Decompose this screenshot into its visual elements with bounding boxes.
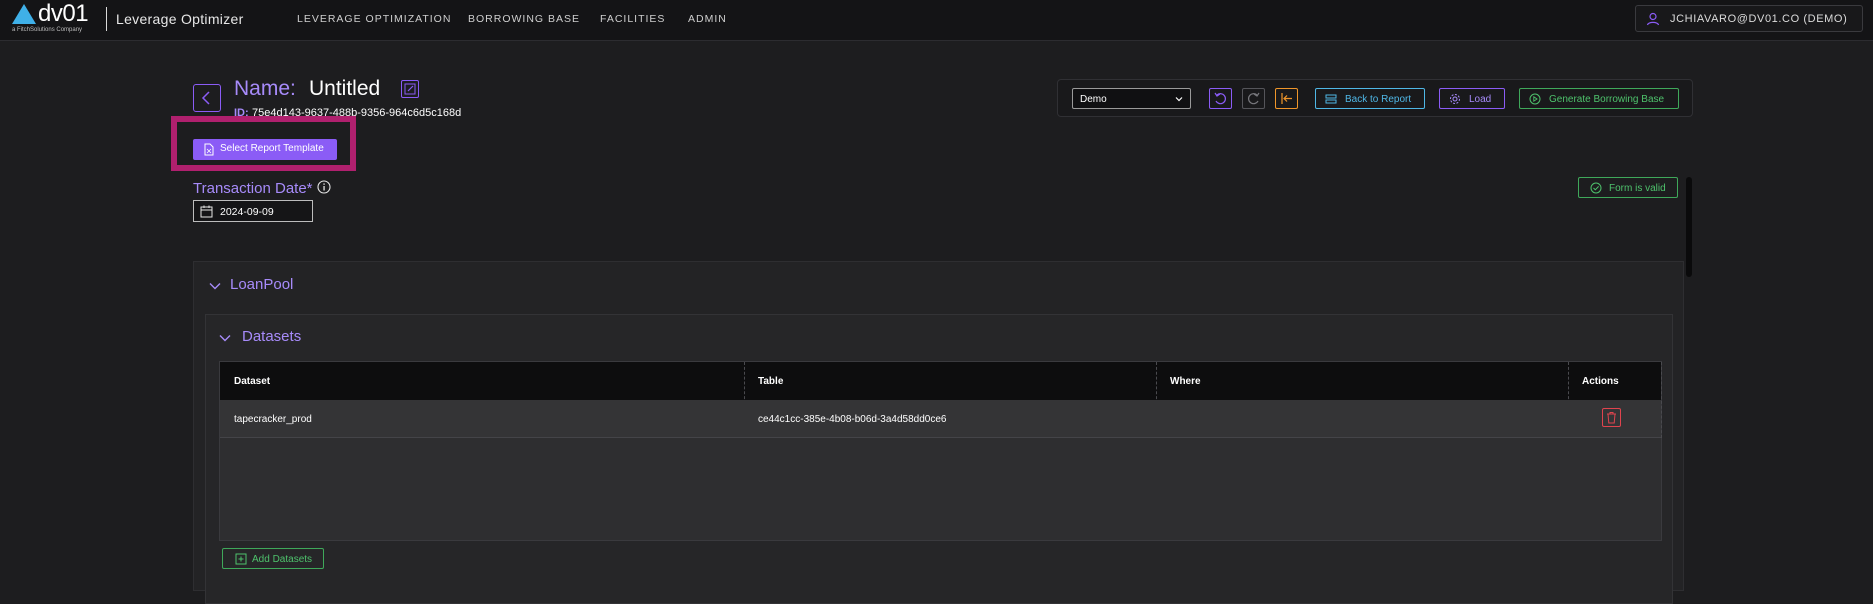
load-button[interactable]: Load bbox=[1439, 88, 1505, 109]
table-row[interactable]: tapecracker_prod ce44c1cc-385e-4b08-b06d… bbox=[220, 400, 1661, 438]
environment-select-value: Demo bbox=[1080, 94, 1107, 105]
transaction-date-input[interactable]: 2024-09-09 bbox=[193, 200, 313, 222]
header-divider bbox=[106, 7, 107, 31]
add-datasets-label: Add Datasets bbox=[252, 554, 313, 565]
form-status-badge: Form is valid bbox=[1578, 177, 1678, 198]
undo-icon bbox=[1214, 92, 1226, 105]
delete-row-button[interactable] bbox=[1602, 408, 1621, 427]
nav-admin[interactable]: ADMIN bbox=[688, 13, 727, 25]
datasets-section: Datasets Dataset Table Where Actions tap… bbox=[205, 314, 1673, 604]
column-divider bbox=[1661, 362, 1662, 438]
chevron-down-icon bbox=[1175, 97, 1183, 102]
logo-text: dv01 bbox=[38, 0, 89, 27]
redo-button[interactable] bbox=[1242, 88, 1265, 109]
collapse-left-button[interactable] bbox=[1275, 88, 1298, 109]
nav-borrowing-base[interactable]: BORROWING BASE bbox=[468, 13, 580, 25]
report-toolbar: Demo Back to Report Load Generate Borrow… bbox=[1057, 79, 1693, 117]
load-label: Load bbox=[1469, 94, 1492, 105]
cell-dataset: tapecracker_prod bbox=[234, 414, 312, 425]
dv01-logo[interactable]: dv01 a FitchSolutions Company bbox=[12, 0, 94, 36]
user-icon bbox=[1646, 12, 1660, 26]
file-icon bbox=[204, 143, 214, 156]
cell-table: ce44c1cc-385e-4b08-b06d-3a4d58dd0ce6 bbox=[758, 414, 947, 425]
table-header: Dataset Table Where Actions bbox=[220, 362, 1661, 400]
check-circle-icon bbox=[1590, 182, 1602, 194]
logo-subtext: a FitchSolutions Company bbox=[12, 27, 83, 33]
chevron-left-icon bbox=[201, 91, 210, 105]
undo-button[interactable] bbox=[1209, 88, 1232, 109]
scrollbar[interactable] bbox=[1686, 177, 1692, 277]
column-header-table[interactable]: Table bbox=[758, 376, 783, 387]
column-header-actions: Actions bbox=[1582, 376, 1619, 387]
trash-icon bbox=[1607, 412, 1616, 424]
transaction-date-value: 2024-09-09 bbox=[220, 206, 274, 218]
generate-borrowing-base-button[interactable]: Generate Borrowing Base bbox=[1519, 88, 1679, 109]
column-header-dataset[interactable]: Dataset bbox=[234, 376, 270, 387]
chevron-down-icon[interactable] bbox=[208, 279, 222, 293]
chevron-down-icon[interactable] bbox=[218, 331, 232, 345]
back-to-report-label: Back to Report bbox=[1345, 94, 1412, 105]
arrow-left-to-line-icon bbox=[1281, 93, 1292, 104]
top-navigation-bar: dv01 a FitchSolutions Company Leverage O… bbox=[0, 0, 1873, 41]
edit-icon bbox=[404, 83, 416, 95]
play-circle-icon bbox=[1529, 93, 1541, 105]
loanpool-panel: LoanPool Datasets Dataset Table Where Ac… bbox=[193, 261, 1684, 604]
form-status-text: Form is valid bbox=[1609, 183, 1666, 194]
logo-mark-icon bbox=[12, 4, 36, 24]
column-header-where[interactable]: Where bbox=[1170, 376, 1201, 387]
back-button[interactable] bbox=[193, 84, 221, 112]
info-icon[interactable] bbox=[317, 180, 331, 194]
name-label: Name: bbox=[234, 77, 296, 100]
select-report-template-label: Select Report Template bbox=[220, 143, 324, 154]
select-report-template-button[interactable]: Select Report Template bbox=[193, 139, 337, 160]
redo-icon bbox=[1248, 92, 1260, 105]
report-name: Untitled bbox=[309, 77, 381, 100]
generate-borrowing-base-label: Generate Borrowing Base bbox=[1549, 94, 1665, 105]
calendar-icon bbox=[200, 205, 213, 218]
gear-icon bbox=[1450, 94, 1460, 104]
back-to-report-button[interactable]: Back to Report bbox=[1315, 88, 1425, 109]
plus-square-icon bbox=[235, 553, 247, 565]
transaction-date-label: Transaction Date* bbox=[193, 180, 313, 197]
add-datasets-button[interactable]: Add Datasets bbox=[222, 548, 324, 569]
datasets-title[interactable]: Datasets bbox=[242, 328, 301, 345]
nav-leverage-optimization[interactable]: LEVERAGE OPTIMIZATION bbox=[297, 13, 451, 25]
nav-facilities[interactable]: FACILITIES bbox=[600, 13, 665, 25]
environment-select[interactable]: Demo bbox=[1072, 88, 1191, 109]
user-menu-button[interactable]: JCHIAVARO@DV01.CO (DEMO) bbox=[1635, 5, 1863, 32]
edit-name-button[interactable] bbox=[401, 80, 419, 98]
app-title: Leverage Optimizer bbox=[116, 11, 244, 27]
report-icon bbox=[1325, 94, 1337, 104]
loanpool-title[interactable]: LoanPool bbox=[230, 276, 293, 293]
datasets-table: Dataset Table Where Actions tapecracker_… bbox=[219, 361, 1662, 541]
user-email: JCHIAVARO@DV01.CO (DEMO) bbox=[1670, 13, 1848, 25]
